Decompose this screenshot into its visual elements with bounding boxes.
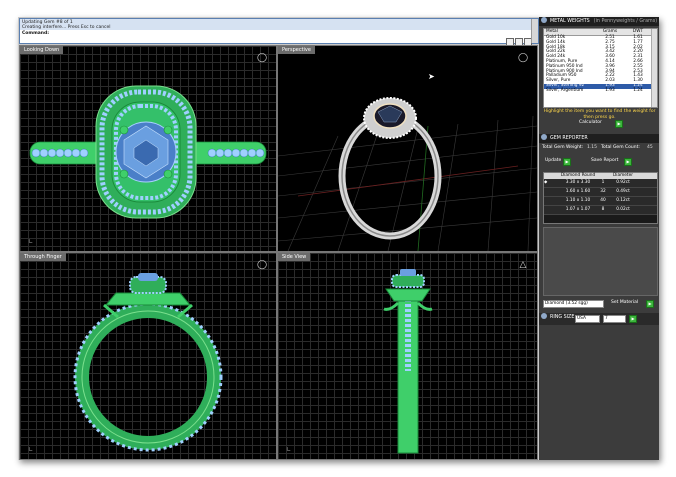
viewport-label-perspective: Perspective bbox=[278, 46, 315, 54]
total-gem-weight-value: 1.15 bbox=[587, 145, 598, 150]
gem-size: 1.07 x 1.07 bbox=[565, 207, 591, 212]
ring-side-view bbox=[383, 269, 433, 454]
gem-icon bbox=[541, 134, 547, 140]
gem-carat: 0.92ct bbox=[616, 180, 630, 185]
total-gem-count-value: 45 bbox=[647, 145, 653, 150]
metal-weights-subtitle: (in Pennyweights / Grams) bbox=[593, 19, 658, 24]
gem-row[interactable]: 1.07 x 1.07 8 0.02ct bbox=[544, 206, 657, 215]
gem-report-area bbox=[543, 227, 658, 296]
metal-table-scrollbar[interactable] bbox=[651, 29, 657, 107]
set-material-button[interactable]: ▶ bbox=[646, 300, 654, 308]
cell: 1.93 bbox=[605, 87, 615, 93]
update-label: Update bbox=[545, 158, 562, 163]
cell: 1.24 bbox=[633, 87, 643, 93]
app-window: Updating Gem #8 of 1 Creating interfere.… bbox=[18, 17, 659, 460]
gem-icon bbox=[544, 197, 558, 205]
ring-size-icon bbox=[541, 313, 547, 319]
right-panel: METAL WEIGHTS (in Pennyweights / Grams) M… bbox=[539, 17, 659, 460]
viewport-perspective[interactable]: Perspective ◯ ➤ bbox=[277, 45, 538, 252]
material-select[interactable]: Diamond (3.52 sgg) bbox=[543, 300, 604, 308]
gem-carat: 0.49ct bbox=[616, 189, 630, 194]
metal-weights-title: METAL WEIGHTS bbox=[550, 19, 590, 24]
axis-indicator-right: ∟ bbox=[286, 446, 292, 453]
metal-weights-table[interactable]: Metal Grams DWT Gold 10k 2.51 1.61 Gold 14… bbox=[543, 28, 658, 108]
update-button[interactable]: ▶ bbox=[563, 158, 571, 166]
gem-icon bbox=[544, 188, 558, 196]
axis-indicator-top: ∟ bbox=[28, 238, 34, 245]
viewport-top[interactable]: Looking Down ◯ ∟ bbox=[19, 45, 277, 252]
metal-hint-text: Highlight the item you want to find the … bbox=[543, 109, 656, 120]
gem-count: 1 bbox=[601, 180, 605, 185]
gem-row[interactable]: 1.60 x 1.60 32 0.49ct bbox=[544, 188, 657, 197]
gem-icon: ◆ bbox=[544, 180, 548, 185]
ring-size-value-select[interactable]: 7 bbox=[603, 315, 626, 323]
save-report-label: Save Report bbox=[591, 158, 619, 163]
gem-size: 1.10 x 1.10 bbox=[565, 198, 591, 203]
gem-report-table[interactable]: Diamond Round Diameter ◆ 3.30 x 3.30 1 0… bbox=[543, 172, 658, 224]
gem-size: 1.60 x 1.60 bbox=[565, 189, 591, 194]
ring-top-view bbox=[29, 85, 267, 219]
ring-front-view bbox=[73, 273, 223, 452]
gem-icon bbox=[544, 206, 558, 214]
calculator-go-button[interactable]: ▶ bbox=[615, 120, 623, 128]
table-row[interactable]: Silver, Argentium 1.93 1.24 bbox=[544, 87, 657, 94]
cell: Silver, Argentium bbox=[546, 87, 584, 93]
ring-size-unit-select[interactable]: USA bbox=[575, 315, 600, 323]
viewport-right[interactable]: Side View △ ∟ bbox=[277, 252, 538, 460]
calculator-label: Calculator bbox=[579, 120, 602, 125]
save-report-button[interactable]: ▶ bbox=[624, 158, 632, 166]
gem-row[interactable]: 1.10 x 1.10 40 0.12ct bbox=[544, 197, 657, 206]
gem-size: 3.30 x 3.30 bbox=[565, 180, 591, 185]
command-area[interactable]: Updating Gem #8 of 1 Creating interfere.… bbox=[19, 18, 539, 46]
total-gem-weight-label: Total Gem Weight: bbox=[542, 145, 584, 150]
mouse-cursor-icon: ➤ bbox=[428, 72, 435, 81]
gem-row[interactable]: ◆ 3.30 x 3.30 1 0.92ct bbox=[544, 179, 657, 188]
command-history-line-2: Creating interfere... Press Esc to cance… bbox=[22, 25, 111, 30]
gem-count: 8 bbox=[601, 207, 605, 212]
perspective-grid bbox=[278, 97, 537, 251]
viewport-front[interactable]: Through Finger ◯ ∟ bbox=[19, 252, 277, 460]
gem-carat: 0.02ct bbox=[616, 207, 630, 212]
metal-weights-header[interactable]: METAL WEIGHTS (in Pennyweights / Grams) bbox=[539, 17, 659, 26]
set-material-label: Set Material bbox=[611, 300, 639, 305]
ring-size-label: RING SIZE bbox=[550, 315, 575, 320]
gem-reporter-header[interactable]: GEM REPORTER bbox=[539, 134, 659, 143]
ring-size-go-button[interactable]: ▶ bbox=[629, 315, 637, 323]
axis-indicator-front: ∟ bbox=[28, 446, 34, 453]
metal-icon bbox=[541, 17, 547, 23]
gem-carat: 0.12ct bbox=[616, 198, 630, 203]
gem-count: 32 bbox=[600, 189, 606, 194]
command-scrollbar[interactable] bbox=[531, 19, 538, 43]
ring-view-icon[interactable]: ◯ bbox=[517, 52, 529, 64]
gem-count: 40 bbox=[600, 198, 606, 203]
total-gem-count-label: Total Gem Count: bbox=[601, 145, 640, 150]
command-prompt[interactable]: Command: bbox=[22, 31, 49, 36]
gem-reporter-title: GEM REPORTER bbox=[550, 136, 588, 141]
